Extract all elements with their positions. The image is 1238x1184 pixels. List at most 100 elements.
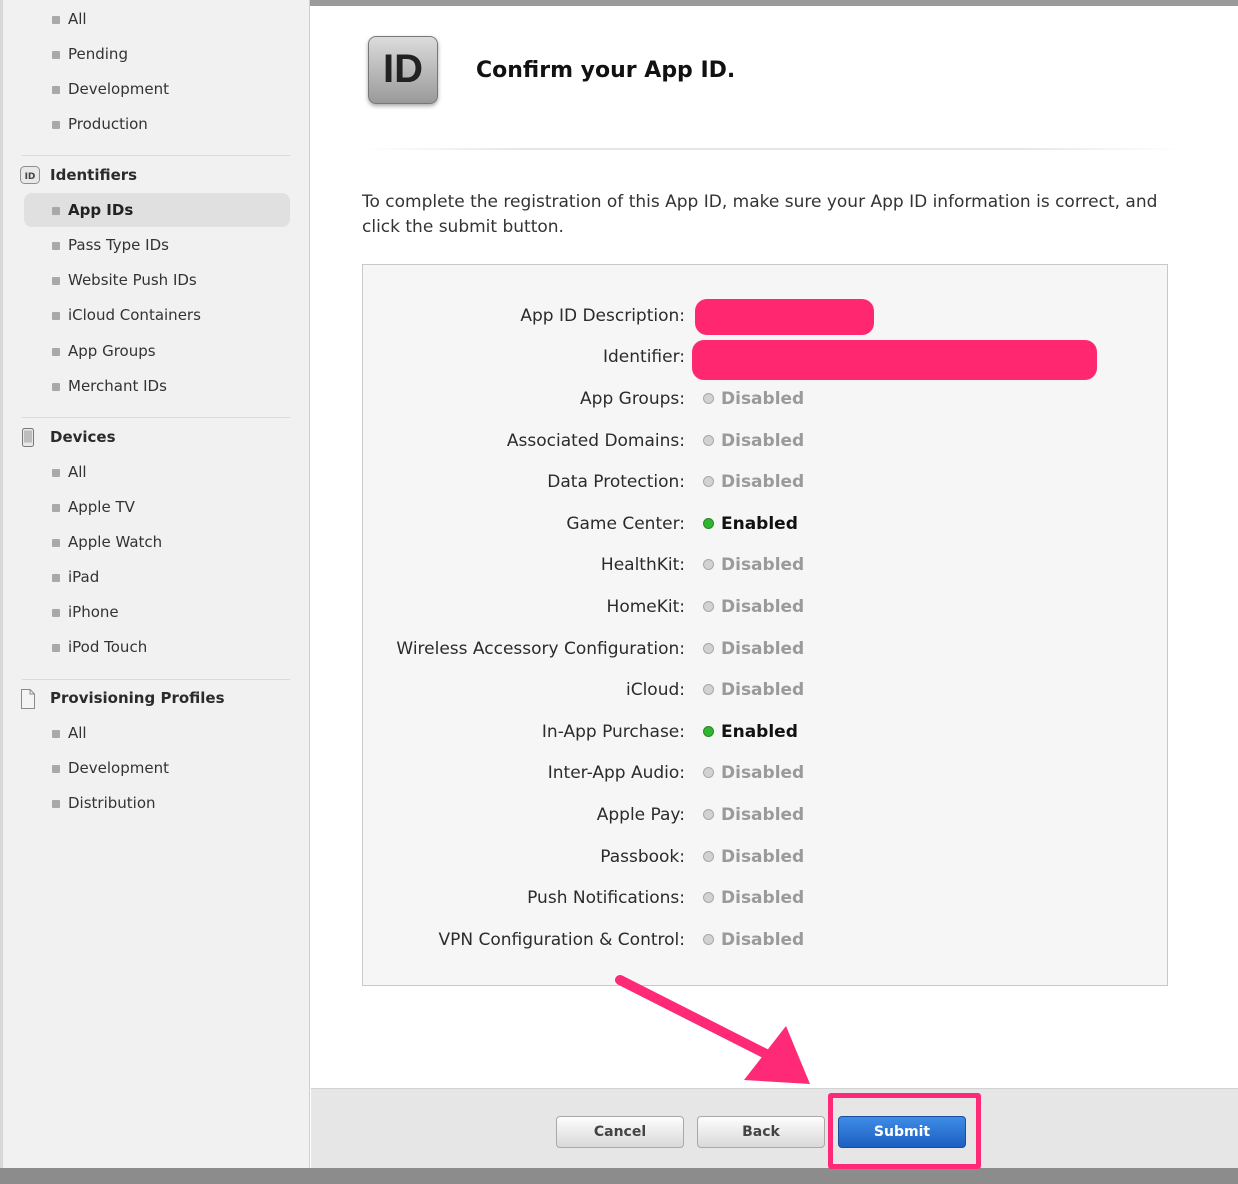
sidebar-item-merchant-ids[interactable]: Merchant IDs [24,369,290,403]
bullet-icon [52,504,60,512]
window-top-border [310,0,1238,6]
sidebar-item-label: Pending [68,45,128,63]
detail-label: App ID Description: [520,306,685,326]
service-label: Game Center: [566,513,685,534]
sidebar-item-app-ids[interactable]: App IDs [24,193,290,227]
sidebar-item-pass-type-ids[interactable]: Pass Type IDs [24,228,290,262]
sidebar-item-label: App IDs [68,201,134,219]
service-status: Disabled [703,925,804,955]
bullet-icon [52,765,60,773]
sidebar-item-certificates-production[interactable]: Production [24,107,290,141]
redacted-identifier-value [692,340,1097,380]
app-id-icon: ID [368,36,438,104]
sidebar-item-icloud-containers[interactable]: iCloud Containers [24,298,290,332]
sidebar-item-label: Development [68,80,169,98]
status-disabled-icon [703,892,714,904]
title-divider [362,148,1182,150]
status-disabled-icon [703,476,714,488]
sidebar-item-label: Apple TV [68,498,135,516]
cancel-button[interactable]: Cancel [556,1116,684,1148]
sidebar-item-label: Pass Type IDs [68,236,169,254]
sidebar-item-ipod-touch[interactable]: iPod Touch [24,630,290,664]
sidebar-divider [22,417,290,418]
service-label: HomeKit: [606,597,685,617]
intro-text: To complete the registration of this App… [362,192,1158,237]
sidebar-item-label: iCloud Containers [68,306,201,324]
sidebar-section-title: Devices [50,428,116,446]
sidebar-item-profiles-development[interactable]: Development [24,751,290,785]
pointer-arrow-icon [615,975,810,1084]
sidebar-item-devices-all[interactable]: All [24,455,290,489]
bullet-icon [52,539,60,547]
document-icon [20,689,36,717]
service-status: Disabled [703,467,804,497]
service-label: Wireless Accessory Configuration: [396,638,685,659]
sidebar-item-website-push-ids[interactable]: Website Push IDs [24,263,290,297]
sidebar-item-certificates-development[interactable]: Development [24,72,290,106]
service-status-text: Disabled [721,430,805,451]
service-status-text: Disabled [721,389,805,409]
bullet-icon [52,51,60,59]
sidebar-item-label: Merchant IDs [68,377,167,395]
svg-text:ID: ID [25,172,36,182]
service-label: iCloud: [625,680,685,701]
page-title: Confirm your App ID. [476,58,736,83]
service-row: iCloud: Disabled [363,675,1169,705]
service-row: Associated Domains: Disabled [363,426,1169,456]
service-status-text: Disabled [721,929,805,950]
service-status: Disabled [703,634,804,664]
status-disabled-icon [703,559,714,571]
service-status-text: Disabled [721,763,805,784]
service-status: Disabled [703,883,804,913]
service-label: In-App Purchase: [541,721,685,742]
service-label: Inter-App Audio: [547,763,685,784]
service-status-text: Enabled [721,721,798,742]
sidebar-item-ipad[interactable]: iPad [24,560,290,594]
sidebar-item-app-groups[interactable]: App Groups [24,334,290,368]
sidebar-item-apple-tv[interactable]: Apple TV [24,490,290,524]
sidebar-item-label: All [68,463,87,481]
service-status-text: Disabled [721,638,805,659]
status-disabled-icon [703,809,714,820]
sidebar-item-certificates-all[interactable]: All [24,2,290,36]
sidebar-item-label: Website Push IDs [68,271,197,289]
service-status-text: Disabled [721,805,805,825]
service-status: Disabled [703,550,804,580]
sidebar-item-certificates-pending[interactable]: Pending [24,37,290,71]
sidebar-section-devices: Devices [20,424,290,450]
service-label: Associated Domains: [506,430,685,451]
sidebar-item-label: All [68,10,87,28]
service-row: App Groups: Disabled [363,384,1169,414]
sidebar-divider [22,155,290,156]
service-row: Passbook: Disabled [363,842,1169,872]
sidebar-item-label: Development [68,759,169,777]
status-disabled-icon [703,393,714,404]
sidebar-item-iphone[interactable]: iPhone [24,595,290,629]
sidebar-item-profiles-all[interactable]: All [24,716,290,750]
sidebar-item-label: iPhone [68,603,119,621]
service-status: Disabled [703,675,804,705]
bullet-icon [52,644,60,652]
sidebar-item-label: iPad [68,568,100,586]
service-row: Wireless Accessory Configuration: Disable… [363,634,1169,664]
bullet-icon [52,312,60,320]
sidebar-item-profiles-distribution[interactable]: Distribution [24,786,290,820]
bullet-icon [52,121,60,129]
sidebar-section-title: Identifiers [50,166,138,184]
device-icon [20,428,36,456]
status-disabled-icon [703,642,714,654]
service-label: Apple Pay: [596,805,685,825]
sidebar-item-apple-watch[interactable]: Apple Watch [24,525,290,559]
status-enabled-icon [703,725,714,737]
back-button[interactable]: Back [697,1116,825,1148]
service-row: Game Center: Enabled [363,509,1169,539]
status-enabled-icon [703,517,714,529]
sidebar-item-label: iPod Touch [68,638,148,656]
service-status-text: Disabled [721,888,805,909]
status-disabled-icon [703,434,714,446]
service-row: In-App Purchase: Enabled [363,717,1169,747]
service-label: VPN Configuration & Control: [438,929,685,950]
bullet-icon [52,730,60,738]
sidebar-edge [0,0,3,1168]
service-status: Disabled [703,800,804,830]
